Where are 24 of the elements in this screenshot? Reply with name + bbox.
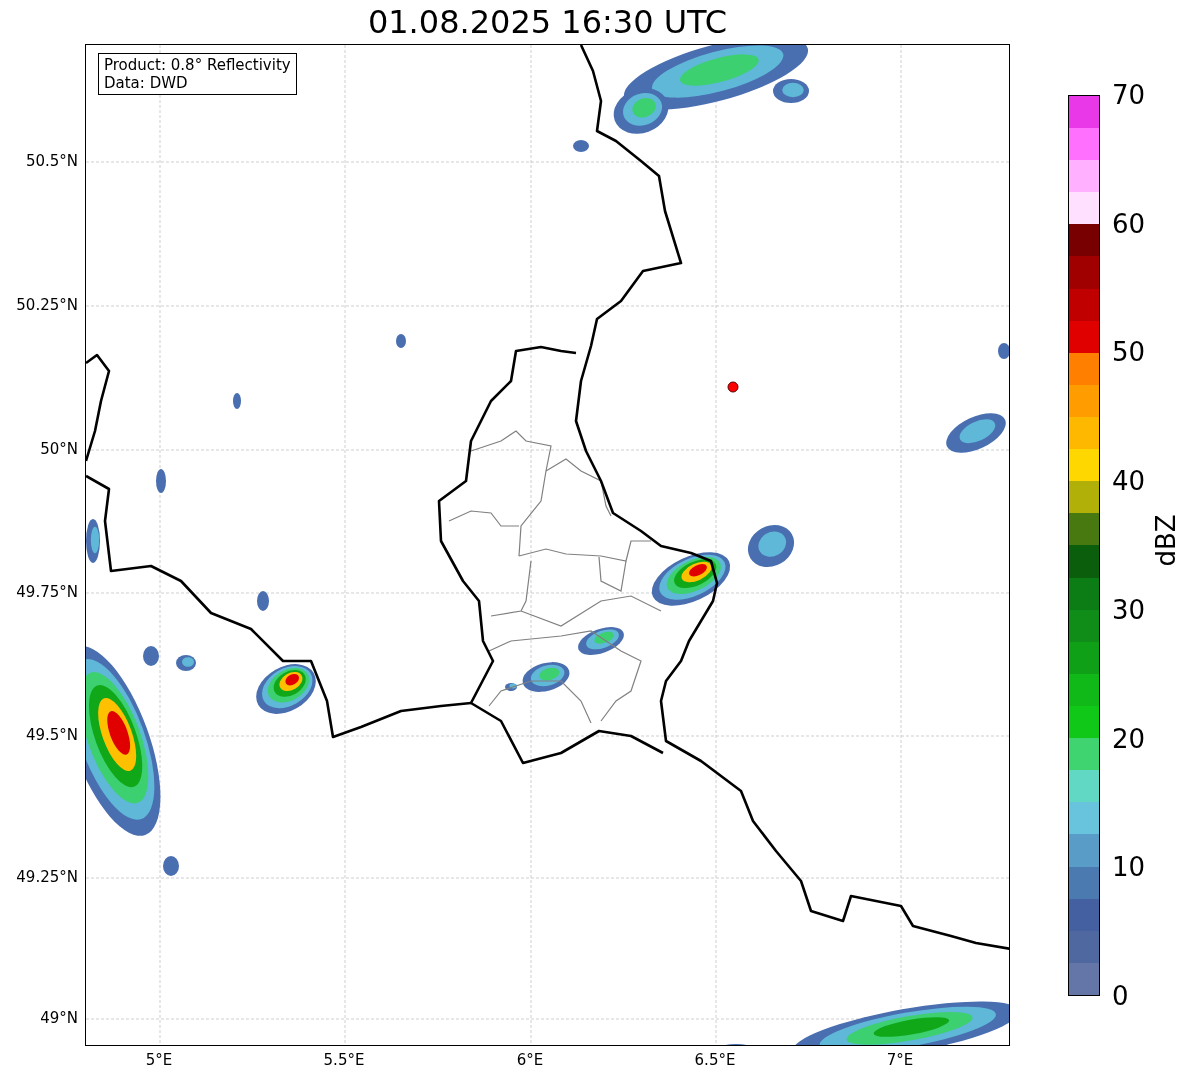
colorbar-label: dBZ xyxy=(1149,514,1182,567)
latitude-label: 49.75°N xyxy=(16,583,78,601)
colorbar-tick-label: 30 xyxy=(1112,594,1146,625)
colorbar-tick-label: 50 xyxy=(1112,337,1146,368)
colorbar-tick-label: 60 xyxy=(1112,208,1146,239)
latitude-label: 49.25°N xyxy=(16,868,78,886)
latitude-label: 50.5°N xyxy=(25,152,78,170)
latitude-label: 50.25°N xyxy=(16,296,78,314)
location-marker xyxy=(727,381,739,393)
longitude-label: 6.5°E xyxy=(694,1051,736,1069)
colorbar-tick-label: 10 xyxy=(1112,852,1146,883)
chart-title: 01.08.2025 16:30 UTC xyxy=(367,2,728,43)
latitude-label: 49.5°N xyxy=(25,726,78,744)
longitude-label: 5°E xyxy=(145,1051,173,1069)
colorbar-tick-label: 40 xyxy=(1112,466,1146,497)
colorbar-tick-label: 20 xyxy=(1112,723,1146,754)
latitude-label: 50°N xyxy=(40,440,78,458)
longitude-label: 5.5°E xyxy=(323,1051,365,1069)
longitude-label: 7°E xyxy=(886,1051,914,1069)
latitude-label: 49°N xyxy=(40,1009,78,1027)
longitude-label: 6°E xyxy=(516,1051,544,1069)
info-box: Product: 0.8° Reflectivity Data: DWD xyxy=(98,53,297,95)
colorbar-tick-label: 0 xyxy=(1112,981,1129,1011)
colorbar-tick-label: 70 xyxy=(1112,80,1146,110)
